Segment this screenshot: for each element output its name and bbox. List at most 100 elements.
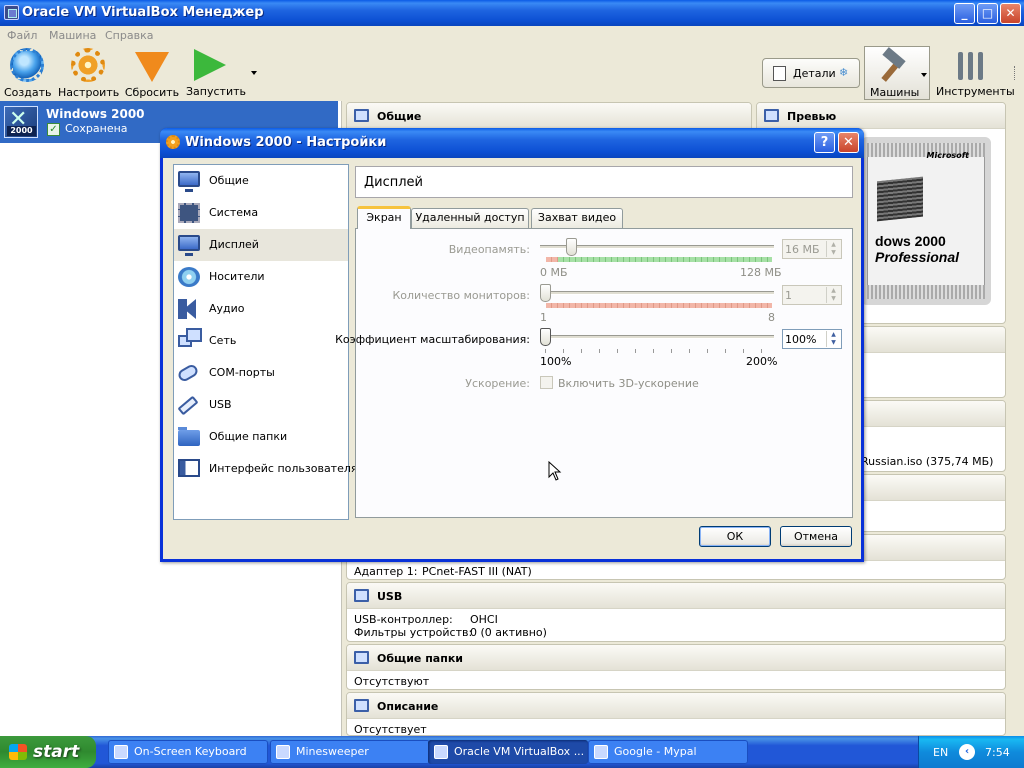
hammer-icon — [875, 51, 909, 81]
chip-icon — [178, 203, 200, 223]
start-vm-button[interactable]: Запустить — [186, 48, 246, 98]
monitor-icon — [354, 109, 369, 122]
serial-port-icon — [176, 362, 200, 384]
monitor-count-range-bar — [546, 303, 772, 308]
taskbar-item-virtualbox[interactable]: Oracle VM VirtualBox ... — [428, 740, 588, 764]
minesweeper-icon — [276, 745, 290, 759]
acceleration-label: Ускорение: — [465, 377, 530, 390]
dialog-title-bar[interactable]: Windows 2000 - Настройки ? ✕ — [160, 128, 864, 158]
video-memory-range-bar — [546, 257, 772, 262]
language-indicator[interactable]: EN — [933, 746, 948, 759]
category-network[interactable]: Сеть — [174, 325, 348, 357]
screen-tab-panel: Видеопамять: 0 МБ 128 МБ 16 МБ ▲ ▼ Количе… — [335, 228, 853, 518]
vm-name: Windows 2000 — [46, 107, 145, 121]
tray-expand-icon[interactable]: ‹ — [959, 744, 975, 760]
enable-3d-acceleration-checkbox[interactable] — [540, 376, 553, 389]
taskbar-item-on-screen-keyboard[interactable]: On-Screen Keyboard — [108, 740, 268, 764]
scale-factor-min: 100% — [540, 355, 572, 368]
start-arrow-icon — [194, 49, 226, 81]
network-icon — [178, 328, 202, 347]
folder-icon — [354, 651, 369, 664]
video-memory-low-range — [546, 257, 558, 262]
virtualbox-icon — [434, 745, 448, 759]
video-memory-min: 0 МБ — [540, 266, 568, 279]
settings-dialog: Windows 2000 - Настройки ? ✕ Общие Систе… — [160, 128, 864, 562]
tab-video-capture[interactable]: Захват видео — [531, 208, 623, 228]
spin-arrows-icon[interactable]: ▲ ▼ — [826, 331, 840, 347]
machines-dropdown-icon[interactable] — [921, 73, 927, 77]
monitor-count-slider[interactable] — [540, 291, 774, 295]
details-usb-section: USB USB-контроллер: OHCI Фильтры устройст… — [346, 582, 1006, 642]
create-button[interactable]: Создать — [4, 48, 52, 99]
taskbar-item-minesweeper[interactable]: Minesweeper — [270, 740, 430, 764]
create-icon — [10, 48, 44, 82]
tools-button[interactable]: Инструменты — [934, 46, 1015, 100]
maximize-button[interactable]: □ — [977, 3, 998, 24]
description-bubble-icon — [354, 699, 369, 712]
toolbar-grip — [1014, 66, 1017, 80]
usb-icon — [354, 589, 369, 602]
scale-factor-max: 200% — [746, 355, 778, 368]
category-usb[interactable]: USB — [174, 389, 348, 421]
menu-file[interactable]: Файл — [7, 29, 37, 42]
scale-factor-ticks — [545, 349, 775, 353]
settings-gear-icon — [166, 135, 180, 149]
category-user-interface[interactable]: Интерфейс пользователя — [174, 453, 358, 485]
help-button[interactable]: ? — [814, 132, 835, 153]
monitor-count-label: Количество мониторов: — [392, 289, 530, 302]
menu-bar: Файл Машина Справка — [0, 27, 1024, 45]
category-audio[interactable]: Аудио — [174, 293, 348, 325]
minimize-button[interactable]: _ — [954, 3, 975, 24]
scale-factor-spinbox[interactable]: 100% ▲ ▼ — [782, 329, 842, 349]
dialog-title: Windows 2000 - Настройки — [185, 135, 387, 150]
windows-flag-icon — [9, 744, 27, 760]
monitor-count-spinbox[interactable]: 1 ▲ ▼ — [782, 285, 842, 305]
discard-arrow-icon — [135, 52, 169, 82]
machines-button[interactable]: Машины — [864, 46, 930, 100]
windows-2000-os-icon: ✕ 2000 — [4, 106, 38, 138]
category-serial-ports[interactable]: COM-порты — [174, 357, 348, 389]
start-dropdown-icon[interactable] — [251, 71, 257, 75]
main-title-bar[interactable]: Oracle VM VirtualBox Менеджер _ □ ✕ — [0, 0, 1024, 26]
category-shared-folders[interactable]: Общие папки — [174, 421, 348, 453]
taskbar-item-mypal[interactable]: Google - Mypal — [588, 740, 748, 764]
mypal-browser-icon — [594, 745, 608, 759]
category-general[interactable]: Общие — [174, 165, 348, 197]
details-button[interactable]: Детали ❄ — [762, 58, 860, 88]
discard-button[interactable]: Сбросить — [124, 48, 180, 99]
monitor-count-min: 1 — [540, 311, 547, 324]
vm-preview-image: Microsoft dows 2000 Professional — [861, 137, 991, 305]
video-memory-spinbox[interactable]: 16 МБ ▲ ▼ — [782, 239, 842, 259]
video-memory-slider-thumb[interactable] — [566, 238, 577, 256]
video-memory-max: 128 МБ — [740, 266, 782, 279]
details-scroll-area[interactable] — [1010, 102, 1024, 736]
ok-button[interactable]: ОК — [699, 526, 771, 547]
spin-arrows-icon[interactable]: ▲ ▼ — [826, 287, 840, 303]
category-display[interactable]: Дисплей — [174, 229, 348, 261]
scale-factor-slider-thumb[interactable] — [540, 328, 551, 346]
dialog-close-button[interactable]: ✕ — [838, 132, 859, 153]
enable-3d-acceleration-label: Включить 3D-ускорение — [558, 377, 699, 390]
monitor-icon — [178, 171, 200, 192]
spin-arrows-icon[interactable]: ▲ ▼ — [826, 241, 840, 257]
tab-screen[interactable]: Экран — [357, 206, 411, 229]
close-button[interactable]: ✕ — [1000, 3, 1021, 24]
menu-help[interactable]: Справка — [105, 29, 153, 42]
saved-state-icon: ✓ — [47, 123, 60, 136]
monitor-count-max: 8 — [768, 311, 775, 324]
details-shared-folders-section: Общие папки Отсутствуют — [346, 644, 1006, 690]
usb-icon — [177, 395, 199, 416]
details-options-icon: ❄ — [839, 66, 849, 79]
start-button[interactable]: start — [0, 736, 96, 768]
scale-factor-slider[interactable] — [540, 335, 774, 339]
monitor-count-slider-thumb[interactable] — [540, 284, 551, 302]
cancel-button[interactable]: Отмена — [780, 526, 852, 547]
disk-icon — [178, 267, 200, 287]
category-storage[interactable]: Носители — [174, 261, 348, 293]
system-tray: EN ‹ 7:54 — [918, 736, 1024, 768]
settings-button[interactable]: Настроить — [58, 48, 119, 99]
category-system[interactable]: Система — [174, 197, 348, 229]
speaker-icon — [178, 299, 200, 319]
menu-machine[interactable]: Машина — [49, 29, 96, 42]
tab-remote-display[interactable]: Удаленный доступ — [411, 208, 529, 228]
